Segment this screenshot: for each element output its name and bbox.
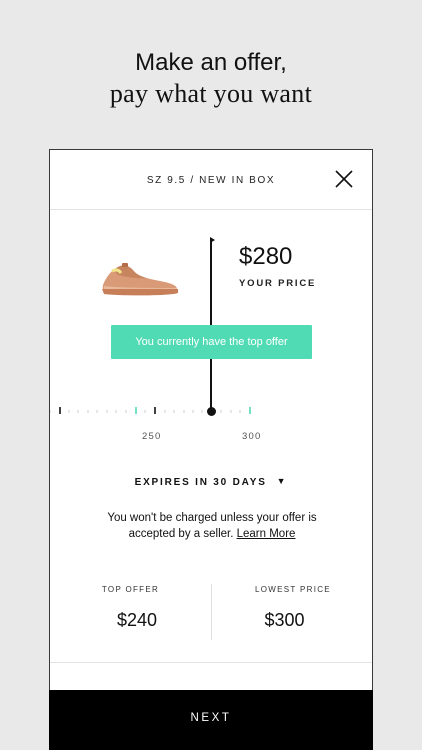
caret-down-icon: ▼	[276, 476, 288, 486]
expiration-label: EXPIRES IN 30 DAYS	[134, 477, 267, 488]
top-offer-toast: You currently have the top offer	[111, 325, 312, 359]
top-offer-value: $240	[116, 610, 158, 630]
learn-more-link[interactable]: Learn More	[237, 528, 296, 540]
lowest-price-value: $300	[264, 610, 305, 630]
size-condition-label: SZ 9.5 / NEW IN BOX	[146, 175, 276, 186]
card-divider	[50, 662, 372, 663]
slider-tick-label-250: 250	[142, 431, 162, 442]
charge-disclaimer: You won't be charged unless your offer i…	[90, 510, 334, 542]
headline: Make an offer, pay what you want	[0, 48, 422, 110]
offer-card: SZ 9.5 / NEW IN BOX $280 YOUR PRICE You …	[49, 149, 373, 750]
headline-line-2: pay what you want	[109, 79, 313, 108]
slider-tick-label-300: 300	[242, 431, 262, 442]
lowest-price-label: LOWEST PRICE	[255, 585, 331, 594]
sneaker-image	[100, 255, 180, 304]
top-offer-label: TOP OFFER	[101, 585, 160, 594]
your-price-label: YOUR PRICE	[239, 278, 317, 289]
flag-icon	[210, 237, 215, 243]
expiration-dropdown[interactable]: EXPIRES IN 30 DAYS ▼	[50, 476, 372, 488]
next-button[interactable]: NEXT	[49, 690, 373, 750]
headline-line-1: Make an offer,	[135, 49, 287, 76]
price-slider-handle[interactable]	[207, 407, 216, 416]
your-price-value: $280	[239, 243, 293, 270]
card-header: SZ 9.5 / NEW IN BOX	[50, 150, 372, 210]
close-icon[interactable]	[333, 168, 355, 190]
